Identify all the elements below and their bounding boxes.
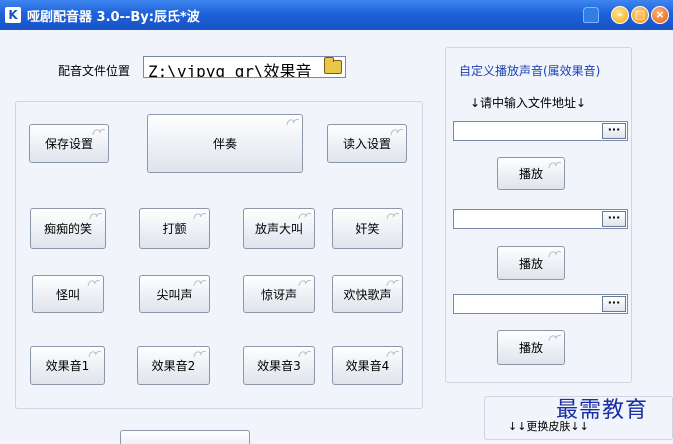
swirl-icon	[193, 279, 207, 287]
effect-label: 欢快歌声	[343, 287, 392, 302]
effect-label: 放声大叫	[254, 222, 303, 236]
swirl-icon	[386, 350, 400, 358]
swirl-icon	[87, 279, 101, 287]
close-button[interactable]: ×	[651, 6, 669, 24]
partial-button[interactable]	[120, 430, 250, 444]
swirl-icon	[88, 350, 102, 358]
swirl-icon	[298, 212, 312, 220]
accompany-button[interactable]: 伴奏	[147, 114, 303, 173]
effect-button[interactable]: 惊讶声	[243, 275, 315, 313]
browse-button[interactable]: ···	[602, 123, 626, 139]
play-button[interactable]: 播放	[497, 330, 565, 365]
swirl-icon	[386, 279, 400, 287]
swirl-icon	[386, 212, 400, 220]
effect-button[interactable]: 怪叫	[32, 275, 104, 313]
path-label: 配音文件位置	[58, 64, 131, 78]
watermark-text: 最需教育	[556, 398, 649, 423]
play-label: 播放	[518, 167, 543, 181]
effect-label: 尖叫声	[156, 287, 193, 302]
effect-label: 打颤	[162, 222, 187, 236]
play-button[interactable]: 播放	[497, 157, 565, 190]
save-settings-label: 保存设置	[44, 137, 93, 151]
window-title: 哑剧配音器 3.0--By:辰氏*波	[27, 10, 200, 25]
effect-button[interactable]: 奸笑	[332, 208, 403, 249]
effect-button[interactable]: 效果音2	[137, 346, 210, 385]
browse-button[interactable]: ···	[602, 296, 626, 312]
maximize-button[interactable]: □	[631, 6, 649, 24]
custom-file-input[interactable]: ···	[453, 121, 628, 141]
effect-label: 奸笑	[355, 222, 380, 236]
swirl-icon	[390, 128, 404, 136]
effect-button[interactable]: 痴痴的笑	[30, 208, 106, 249]
save-settings-button[interactable]: 保存设置	[29, 124, 109, 163]
effect-button[interactable]: 欢快歌声	[332, 275, 403, 313]
effect-label: 效果音1	[45, 359, 90, 373]
play-label: 播放	[518, 256, 543, 271]
effect-label: 效果音3	[257, 359, 301, 373]
accompany-label: 伴奏	[212, 137, 237, 151]
effect-label: 痴痴的笑	[43, 222, 92, 236]
custom-file-input[interactable]: ···	[453, 294, 628, 314]
skin-shirt-icon[interactable]	[583, 7, 599, 23]
play-label: 播放	[518, 341, 543, 355]
swirl-icon	[298, 350, 312, 358]
effect-label: 怪叫	[55, 287, 80, 302]
effect-button[interactable]: 尖叫声	[139, 275, 210, 313]
effect-button[interactable]: 效果音4	[332, 346, 403, 385]
effect-button[interactable]: 效果音1	[30, 346, 105, 385]
load-settings-label: 读入设置	[342, 137, 391, 151]
swirl-icon	[92, 128, 106, 136]
effect-button[interactable]: 效果音3	[243, 346, 315, 385]
play-button[interactable]: 播放	[497, 246, 565, 280]
app-icon: K	[5, 7, 21, 23]
file-address-hint: ↓请中输入文件地址↓	[470, 96, 587, 110]
minimize-button[interactable]: –	[611, 6, 629, 24]
swirl-icon	[548, 250, 562, 258]
title-bar[interactable]: K 哑剧配音器 3.0--By:辰氏*波 – □ ×	[0, 0, 673, 30]
effect-button[interactable]: 放声大叫	[243, 208, 315, 249]
custom-sound-title: 自定义播放声音(属效果音)	[459, 64, 601, 78]
swirl-icon	[193, 212, 207, 220]
swirl-icon	[89, 212, 103, 220]
load-settings-button[interactable]: 读入设置	[327, 124, 407, 163]
effect-label: 效果音2	[151, 359, 196, 373]
effect-label: 效果音4	[345, 359, 390, 373]
swirl-icon	[548, 334, 562, 342]
folder-icon[interactable]	[324, 57, 342, 74]
browse-button[interactable]: ···	[602, 211, 626, 227]
effect-label: 惊讶声	[260, 287, 297, 302]
swirl-icon	[298, 279, 312, 287]
swirl-icon	[193, 350, 207, 358]
swirl-icon	[286, 118, 300, 126]
path-field[interactable]: Z:\yjpyq_gr\效果音	[143, 56, 346, 78]
custom-file-input[interactable]: ···	[453, 209, 628, 229]
effect-button[interactable]: 打颤	[139, 208, 210, 249]
swirl-icon	[548, 161, 562, 169]
